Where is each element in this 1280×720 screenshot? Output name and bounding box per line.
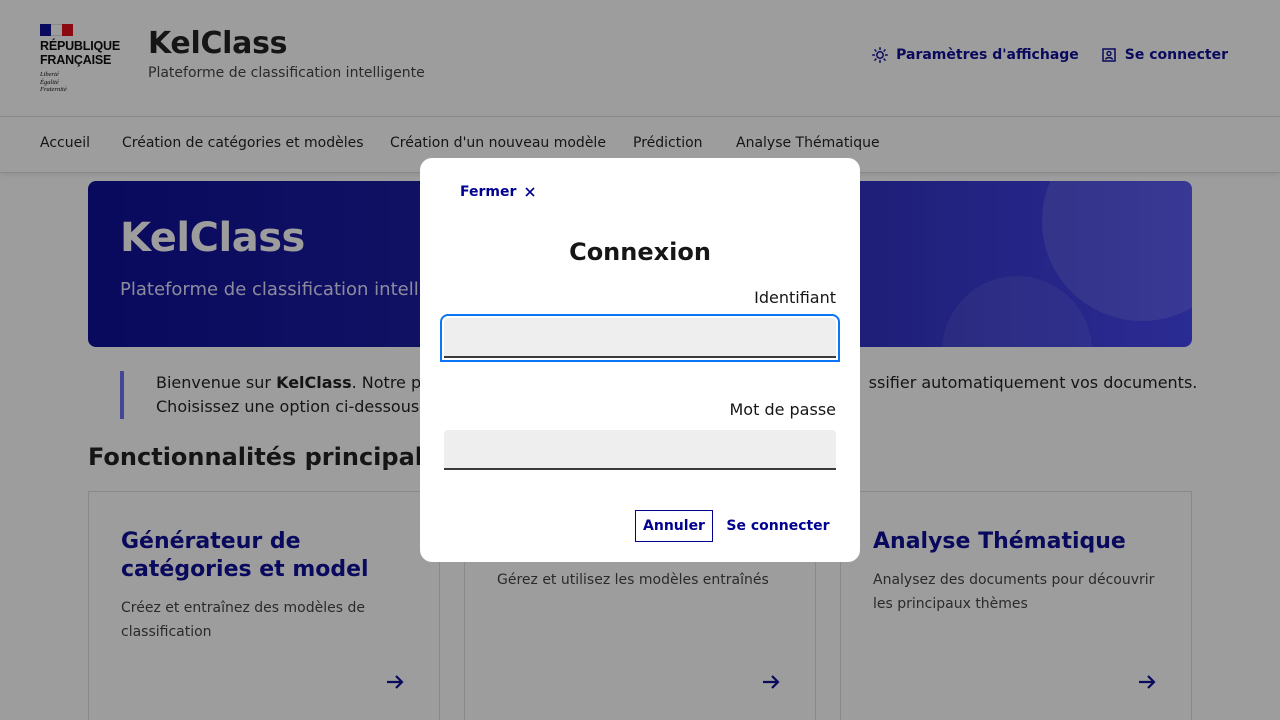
submit-login-button[interactable]: Se connecter [723, 510, 833, 542]
password-label: Mot de passe [729, 400, 836, 419]
close-icon [525, 187, 535, 197]
username-input[interactable] [440, 314, 840, 362]
modal-close-button[interactable]: Fermer [460, 184, 536, 200]
password-input[interactable] [444, 430, 836, 470]
username-label: Identifiant [754, 288, 836, 307]
login-modal: Fermer Connexion Identifiant Mot de pass… [420, 158, 860, 562]
cancel-button[interactable]: Annuler [635, 510, 713, 542]
modal-title: Connexion [569, 238, 711, 266]
close-label: Fermer [460, 184, 517, 200]
